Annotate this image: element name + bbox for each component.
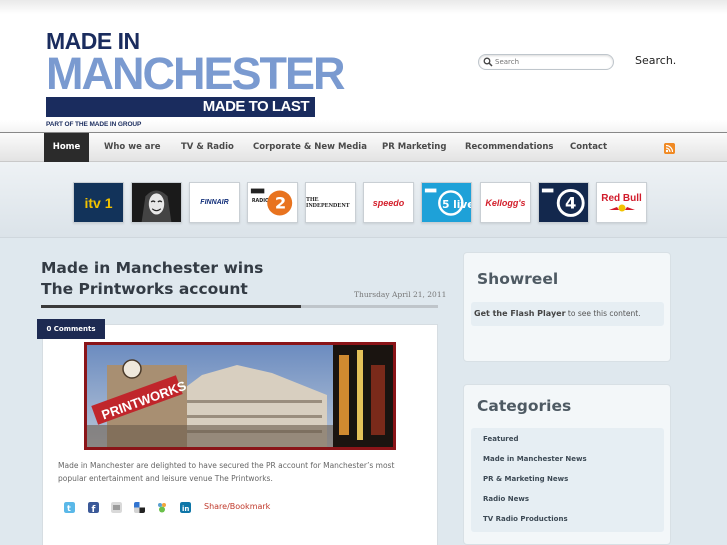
mask-icon — [132, 183, 181, 222]
svg-text:in: in — [182, 505, 189, 513]
post-title-line-1: Made in Manchester wins — [41, 259, 264, 277]
category-featured[interactable]: Featured — [483, 435, 519, 443]
post-title-line-2: The Printworks account — [41, 280, 248, 298]
myspace-icon[interactable] — [157, 502, 168, 513]
brand-text: THE INDEPENDENT — [306, 196, 350, 209]
brand-text: FINNAIR — [200, 199, 229, 206]
search-box — [478, 54, 614, 70]
bbc-radio-5-live-logo[interactable]: 5 live — [421, 182, 472, 223]
flash-player-notice: Get the Flash Player to see this content… — [471, 302, 664, 326]
brand-text: 4 — [565, 194, 576, 213]
comments-count-tab[interactable]: 0 Comments — [37, 319, 105, 339]
search-button[interactable]: Search. — [635, 54, 676, 67]
brand-text: Red Bull — [601, 193, 642, 204]
category-made-in-manchester-news[interactable]: Made in Manchester News — [483, 455, 587, 463]
main-nav: Home Who we are TV & Radio Corporate & N… — [0, 132, 727, 162]
nav-item-corporate-new-media[interactable]: Corporate & New Media — [253, 133, 367, 162]
categories-title: Categories — [477, 397, 572, 415]
red-bull-logo[interactable]: Red Bull — [596, 182, 647, 223]
bulls-icon — [608, 204, 635, 212]
category-tv-radio-productions[interactable]: TV Radio Productions — [483, 515, 568, 523]
brand-text: speedo — [372, 197, 405, 208]
nav-item-contact[interactable]: Contact — [570, 133, 607, 162]
categories-list: Featured Made in Manchester News PR & Ma… — [471, 428, 664, 532]
itv-1-logo[interactable]: itv 1 — [73, 182, 124, 223]
bbc-radio-4-logo[interactable]: 4 — [538, 182, 589, 223]
post-date: Thursday April 21, 2011 — [354, 290, 447, 299]
speedo-logo[interactable]: speedo — [363, 182, 414, 223]
site-logo[interactable]: MADE IN MANCHESTER MADE TO LAST PART OF … — [46, 30, 346, 128]
nav-item-pr-marketing[interactable]: PR Marketing — [382, 133, 446, 162]
bbc-radio-2-logo[interactable]: RADIO 2 — [247, 182, 298, 223]
hooded-mask-image[interactable] — [131, 182, 182, 223]
nav-item-who-we-are[interactable]: Who we are — [104, 133, 161, 162]
logo-line-2: MANCHESTER — [46, 48, 346, 99]
svg-text:t: t — [67, 504, 71, 513]
get-flash-player-link[interactable]: Get the Flash Player — [474, 309, 566, 318]
client-logo-strip: itv 1 FINNAIR RADIO 2 THE INDEPENDENT sp… — [0, 162, 727, 238]
radio-4-icon: 4 — [541, 188, 585, 217]
twitter-icon[interactable]: t — [64, 502, 75, 513]
svg-text:f: f — [92, 505, 96, 513]
title-divider — [41, 305, 438, 308]
showreel-title: Showreel — [477, 270, 559, 288]
post-excerpt: Made in Manchester are delighted to have… — [58, 461, 395, 483]
logo-tagline: MADE TO LAST — [46, 97, 315, 117]
brand-text: itv 1 — [84, 194, 113, 211]
svg-text:RADIO: RADIO — [252, 198, 269, 204]
flash-notice-text: to see this content. — [567, 309, 641, 318]
search-icon — [483, 57, 493, 67]
logo-subline: PART OF THE MADE IN GROUP — [46, 121, 142, 128]
linkedin-icon[interactable]: in — [180, 502, 191, 513]
nav-item-tv-radio[interactable]: TV & Radio — [181, 133, 234, 162]
brand-text: 2 — [275, 194, 286, 213]
radio-2-icon: RADIO 2 — [250, 188, 293, 216]
printworks-image[interactable]: PRINTWORKS — [84, 342, 396, 450]
search-input[interactable] — [495, 56, 605, 68]
digg-icon[interactable] — [111, 502, 122, 513]
brand-text: Kellogg's — [485, 197, 526, 208]
site-header: MADE IN MANCHESTER MADE TO LAST PART OF … — [0, 0, 727, 132]
nav-item-recommendations[interactable]: Recommendations — [465, 133, 553, 162]
rss-icon[interactable] — [664, 143, 675, 154]
category-pr-marketing-news[interactable]: PR & Marketing News — [483, 475, 568, 483]
printworks-photo: PRINTWORKS — [87, 345, 393, 447]
share-bookmark-link[interactable]: Share/Bookmark — [204, 502, 270, 511]
kelloggs-logo[interactable]: Kellogg's — [480, 182, 531, 223]
radio-5-live-icon: 5 live — [424, 188, 471, 216]
category-radio-news[interactable]: Radio News — [483, 495, 529, 503]
nav-item-home[interactable]: Home — [44, 133, 89, 162]
brand-text: 5 live — [442, 199, 471, 211]
post-title[interactable]: Made in Manchester wins The Printworks a… — [41, 258, 291, 300]
the-independent-logo[interactable]: THE INDEPENDENT — [305, 182, 356, 223]
delicious-icon[interactable] — [134, 502, 145, 513]
finnair-logo[interactable]: FINNAIR — [189, 182, 240, 223]
facebook-icon[interactable]: f — [88, 502, 99, 513]
